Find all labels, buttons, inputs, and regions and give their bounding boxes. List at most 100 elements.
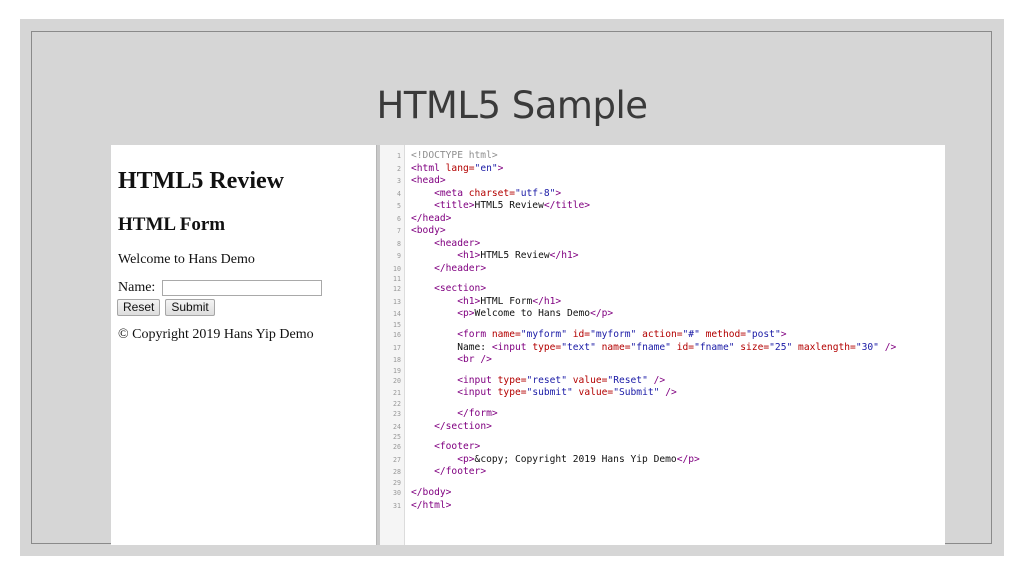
code-text: Name: <input type="text" name="fname" id… bbox=[411, 342, 896, 355]
code-token: "Reset" bbox=[607, 374, 648, 386]
line-number: 15 bbox=[393, 320, 401, 329]
code-line: 16 <form name="myform" id="myform" actio… bbox=[380, 329, 945, 342]
code-token: value= bbox=[572, 387, 614, 399]
code-text: <p>Welcome to Hans Demo</p> bbox=[411, 308, 613, 321]
embedded-screenshot: HTML5 Review HTML Form Welcome to Hans D… bbox=[111, 145, 945, 545]
code-token: charset= bbox=[468, 187, 515, 199]
line-number: 19 bbox=[393, 366, 401, 375]
code-token: <meta bbox=[434, 187, 469, 199]
code-editor-pane[interactable]: 1 <!DOCTYPE html> 2 <html lang="en"> 3 <head>… bbox=[380, 145, 945, 545]
code-token: </head> bbox=[411, 212, 452, 224]
code-token: HTML5 Review bbox=[480, 250, 550, 261]
code-token: type= bbox=[532, 341, 562, 353]
code-token: </form> bbox=[457, 408, 498, 420]
code-line: 22 bbox=[380, 400, 945, 408]
code-line: 20 <input type="reset" value="Reset" /> bbox=[380, 375, 945, 388]
code-token: action= bbox=[636, 329, 683, 341]
code-text: </html> bbox=[411, 500, 451, 513]
code-token: "25" bbox=[769, 341, 793, 353]
line-number: 14 bbox=[393, 310, 401, 319]
code-line: 30 </body> bbox=[380, 487, 945, 500]
code-token: <form bbox=[457, 329, 492, 341]
code-line: 21 <input type="submit" value="Submit" /… bbox=[380, 387, 945, 400]
line-number: 24 bbox=[393, 422, 401, 431]
code-token: id= bbox=[670, 341, 695, 353]
code-token: <!DOCTYPE html> bbox=[411, 150, 498, 161]
code-text: <title>HTML5 Review</title> bbox=[411, 200, 590, 213]
code-token: </h1> bbox=[549, 250, 579, 261]
code-listing: 1 <!DOCTYPE html> 2 <html lang="en"> 3 <head>… bbox=[380, 150, 945, 512]
line-number: 30 bbox=[393, 489, 401, 498]
code-token: lang= bbox=[445, 162, 475, 174]
slide-title: HTML5 Sample bbox=[376, 84, 649, 127]
code-token: size= bbox=[734, 341, 770, 353]
preview-subheading: HTML Form bbox=[118, 214, 226, 235]
line-number: 27 bbox=[393, 455, 401, 464]
line-number: 6 bbox=[397, 214, 401, 223]
submit-button[interactable]: Submit bbox=[165, 299, 215, 316]
code-token: type= bbox=[497, 387, 527, 399]
reset-button[interactable]: Reset bbox=[117, 299, 161, 316]
code-line: 9 <h1>HTML5 Review</h1> bbox=[380, 250, 945, 263]
name-input[interactable] bbox=[161, 280, 322, 296]
line-number: 13 bbox=[393, 297, 401, 306]
name-label: Name: bbox=[118, 280, 156, 296]
code-token: Welcome to Hans Demo bbox=[474, 308, 591, 320]
line-number: 26 bbox=[393, 443, 401, 452]
code-token: </section> bbox=[434, 420, 492, 432]
code-token: name= bbox=[491, 329, 521, 341]
code-text: <!DOCTYPE html> bbox=[411, 150, 498, 163]
code-text: <head> bbox=[411, 175, 446, 188]
line-number: 11 bbox=[393, 275, 401, 283]
code-text: </footer> bbox=[411, 466, 486, 479]
slide: HTML5 Sample HTML5 Review HTML Form Welc… bbox=[20, 19, 1004, 556]
code-token: name= bbox=[595, 341, 631, 353]
code-text: <footer> bbox=[411, 441, 480, 454]
code-text: <p>&copy; Copyright 2019 Hans Yip Demo</… bbox=[411, 454, 700, 467]
line-number: 20 bbox=[393, 376, 401, 385]
code-token: type= bbox=[497, 374, 527, 386]
code-token: <section> bbox=[434, 283, 487, 295]
code-token: HTML5 Review bbox=[474, 200, 544, 211]
code-token: value= bbox=[566, 374, 608, 386]
line-number: 28 bbox=[393, 468, 401, 477]
code-line: 18 <br /> bbox=[380, 354, 945, 367]
code-token: "fname" bbox=[694, 341, 735, 353]
code-token: "30" bbox=[855, 341, 879, 353]
code-line: 11 bbox=[380, 275, 945, 283]
code-token: <br /> bbox=[457, 354, 492, 366]
code-text: <h1>HTML Form</h1> bbox=[411, 296, 561, 309]
code-text: <br /> bbox=[411, 354, 492, 367]
code-token: "utf-8" bbox=[514, 187, 556, 199]
line-number: 21 bbox=[393, 389, 401, 398]
code-token: > bbox=[497, 162, 504, 174]
code-line: 10 </header> bbox=[380, 263, 945, 276]
code-token: <header> bbox=[434, 237, 481, 249]
code-token: <input bbox=[457, 374, 498, 386]
code-token: </h1> bbox=[532, 295, 562, 307]
code-line: 24 </section> bbox=[380, 421, 945, 434]
code-token: "Submit" bbox=[613, 387, 660, 399]
code-token: method= bbox=[699, 329, 747, 341]
code-token: <footer> bbox=[434, 441, 481, 453]
code-token: </footer> bbox=[434, 466, 487, 478]
code-line: 17 Name: <input type="text" name="fname"… bbox=[380, 342, 945, 355]
code-token: <input bbox=[457, 387, 498, 399]
code-text: <input type="submit" value="Submit" /> bbox=[411, 387, 677, 400]
code-line: 8 <header> bbox=[380, 238, 945, 251]
code-line: 7 <body> bbox=[380, 225, 945, 238]
code-line: 29 bbox=[380, 479, 945, 487]
code-token: "myform" bbox=[590, 329, 637, 341]
code-line: 12 <section> bbox=[380, 283, 945, 296]
line-number: 12 bbox=[393, 285, 401, 294]
code-line: 6 </head> bbox=[380, 213, 945, 226]
line-number: 16 bbox=[393, 331, 401, 340]
line-number: 9 bbox=[397, 252, 401, 260]
